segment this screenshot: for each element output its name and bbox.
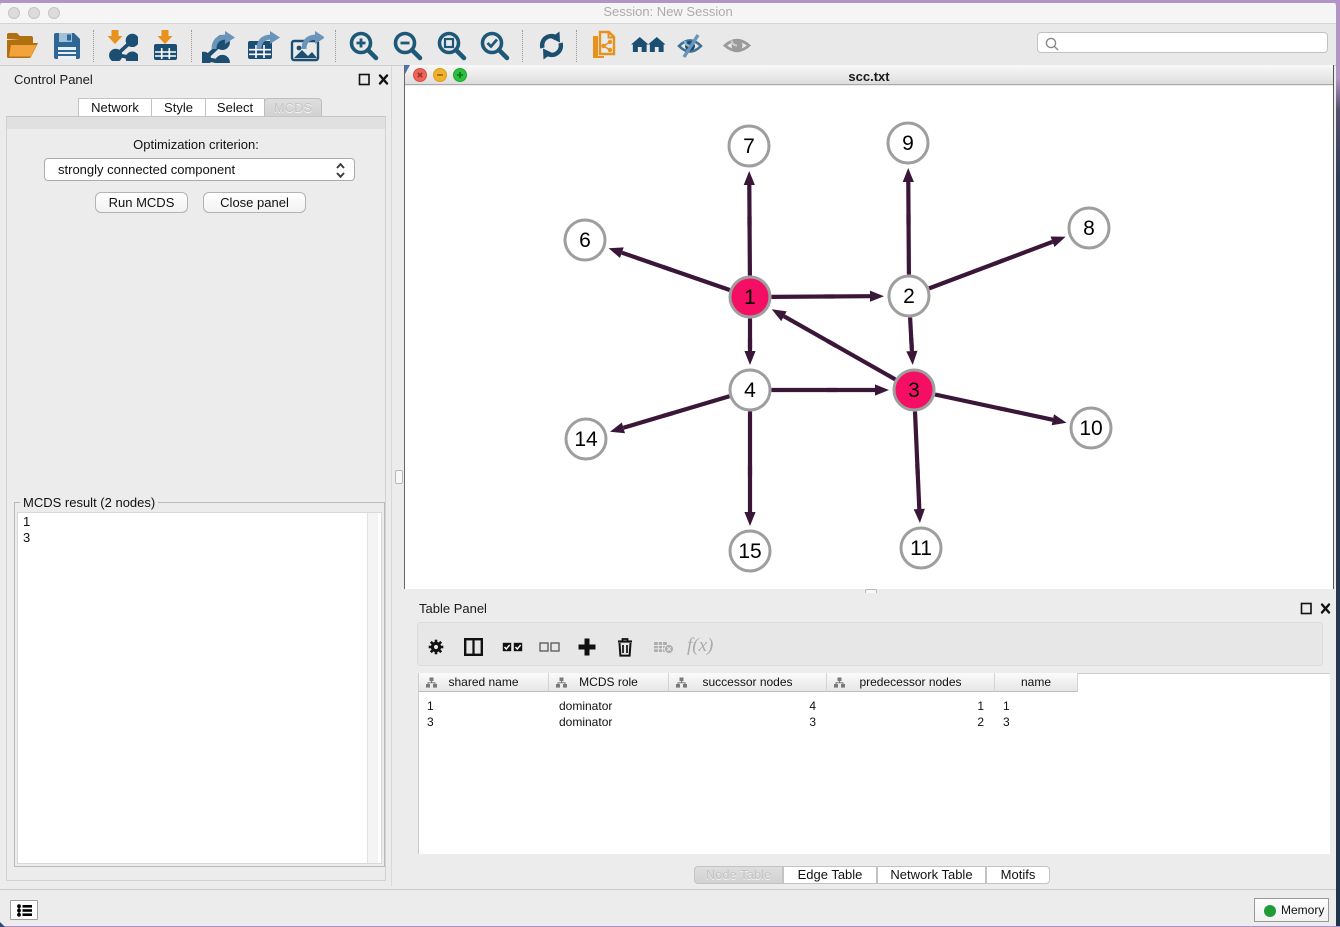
- svg-text:10: 10: [1079, 417, 1102, 440]
- svg-text:8: 8: [1083, 217, 1095, 240]
- svg-text:3: 3: [908, 379, 920, 402]
- svg-text:11: 11: [910, 537, 932, 560]
- svg-text:9: 9: [902, 132, 914, 155]
- svg-text:2: 2: [903, 285, 915, 308]
- svg-text:15: 15: [738, 540, 761, 563]
- svg-text:6: 6: [579, 229, 591, 252]
- svg-text:1: 1: [744, 286, 756, 309]
- svg-text:4: 4: [744, 379, 756, 402]
- svg-text:14: 14: [574, 428, 598, 451]
- svg-text:7: 7: [743, 135, 755, 158]
